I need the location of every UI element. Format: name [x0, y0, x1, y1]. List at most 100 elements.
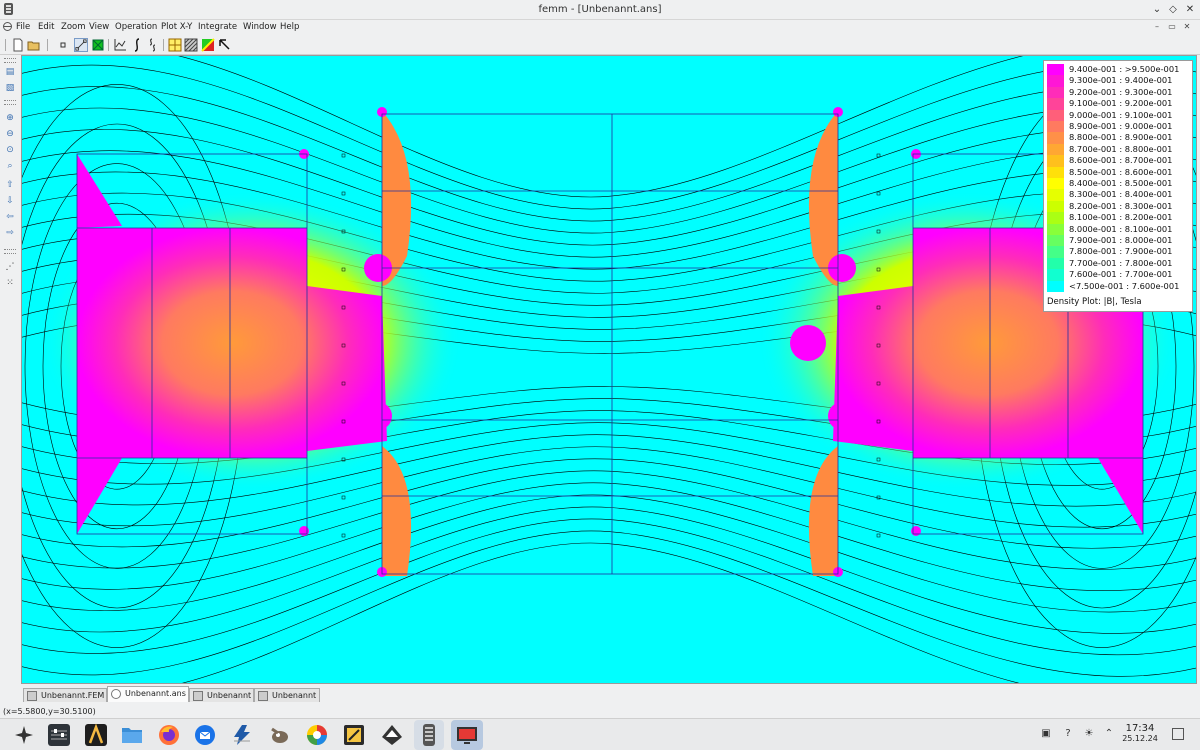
launcher-icon[interactable]: [12, 723, 36, 747]
zoom-window-icon[interactable]: ⌕: [3, 160, 17, 173]
zoom-natural-icon[interactable]: ⊙: [3, 144, 17, 157]
legend-label: 9.200e-001 : 9.300e-001: [1069, 86, 1173, 97]
menu-edit[interactable]: Edit: [38, 22, 54, 32]
clipboard-icon[interactable]: ▣: [1040, 728, 1052, 740]
show-mesh-icon[interactable]: ⁙: [3, 277, 17, 290]
legend-caption: Density Plot: |B|, Tesla: [1047, 297, 1142, 307]
legend-label: 8.700e-001 : 8.800e-001: [1069, 143, 1173, 154]
show-points-icon[interactable]: ⋰: [3, 261, 17, 274]
right-gap-hotspot: [790, 325, 826, 361]
zoom-in-icon[interactable]: ⊕: [3, 112, 17, 125]
field-line: [22, 518, 1196, 656]
vector-plot-icon[interactable]: [201, 38, 215, 52]
minimize-button[interactable]: ⌄: [1150, 3, 1164, 16]
help-icon[interactable]: ?: [1062, 728, 1074, 740]
legend-label: 8.800e-001 : 8.900e-001: [1069, 132, 1173, 143]
mdi-close-button[interactable]: ✕: [1181, 21, 1193, 32]
zoom-out-icon[interactable]: ⊖: [3, 128, 17, 141]
document-icon: [3, 22, 12, 31]
menu-plot-xy[interactable]: Plot X-Y: [161, 22, 192, 32]
gimp-icon[interactable]: [268, 723, 292, 747]
legend-swatch: [1047, 132, 1064, 144]
contour-mode-icon[interactable]: [74, 38, 88, 52]
hotspot: [299, 526, 309, 536]
app-icon[interactable]: [84, 723, 108, 747]
pan-up-icon[interactable]: ⇧: [3, 179, 17, 192]
node-point: [341, 191, 346, 196]
lower-arm: [808, 446, 838, 576]
density-plot-icon[interactable]: [184, 38, 198, 52]
legend-swatch: [1047, 223, 1064, 235]
legend-label: 8.300e-001 : 8.400e-001: [1069, 189, 1173, 200]
close-button[interactable]: ✕: [1183, 3, 1197, 16]
tab-unbenannt-fem[interactable]: Unbenannt.FEM: [23, 688, 107, 702]
femm-icon[interactable]: [417, 723, 441, 747]
line-integral-icon[interactable]: [130, 38, 144, 52]
node-point: [341, 495, 346, 500]
legend-label: 7.700e-001 : 7.800e-001: [1069, 257, 1173, 268]
legend-swatch: [1047, 235, 1064, 247]
color-wheel-icon[interactable]: [305, 723, 329, 747]
mdi-restore-button[interactable]: ▭: [1166, 21, 1178, 32]
legend-swatch: [1047, 86, 1064, 99]
inkscape-icon[interactable]: [230, 723, 254, 747]
area-mode-icon[interactable]: [91, 38, 105, 52]
files-icon[interactable]: [120, 723, 144, 747]
show-desktop-icon[interactable]: [1172, 728, 1184, 740]
inkscape-alt-icon[interactable]: [380, 723, 404, 747]
window-title: femm - [Unbenannt.ans]: [538, 4, 662, 15]
tab-unbenannt-ans[interactable]: Unbenannt.ans: [107, 686, 189, 702]
field-line: [22, 494, 1196, 613]
screen-icon[interactable]: [455, 723, 479, 747]
legend-label: 9.100e-001 : 9.200e-001: [1069, 98, 1173, 109]
hotspot: [828, 402, 856, 430]
menu-operation[interactable]: Operation: [115, 22, 157, 32]
legend-swatch: [1047, 166, 1064, 178]
clock[interactable]: 17:34 25.12.24: [1115, 723, 1165, 743]
menu-zoom[interactable]: Zoom: [61, 22, 86, 32]
show-results-icon[interactable]: ▤: [3, 66, 17, 79]
pan-down-icon[interactable]: ⇩: [3, 195, 17, 208]
legend-label: 8.900e-001 : 9.000e-001: [1069, 121, 1173, 131]
node-point: [876, 191, 881, 196]
legend-label: 7.600e-001 : 7.700e-001: [1069, 269, 1173, 280]
pole-tip-bottom: [77, 456, 122, 534]
menu-integrate[interactable]: Integrate: [198, 22, 237, 32]
drawing-canvas[interactable]: [21, 55, 1197, 684]
hotspot: [364, 402, 392, 430]
new-file-icon[interactable]: [11, 38, 25, 52]
node-point: [341, 533, 346, 538]
menu-view[interactable]: View: [89, 22, 109, 32]
block-integral-icon[interactable]: [146, 38, 160, 52]
maximize-button[interactable]: ◇: [1166, 3, 1180, 16]
mixer-icon[interactable]: [47, 723, 71, 747]
legend-label: 8.200e-001 : 8.300e-001: [1069, 200, 1173, 211]
pointer-icon[interactable]: [218, 38, 232, 52]
legend-swatch: [1047, 121, 1064, 133]
show-values-icon[interactable]: ▧: [3, 82, 17, 95]
firefox-icon[interactable]: [157, 723, 181, 747]
open-folder-icon[interactable]: [27, 38, 41, 52]
tab-unbenannt-plot-1[interactable]: Unbenannt: [189, 688, 254, 702]
legend-label: 8.100e-001 : 8.200e-001: [1069, 212, 1173, 223]
pole-tip-bottom: [1098, 456, 1143, 534]
brightness-icon[interactable]: ☀: [1083, 728, 1095, 740]
mdi-minimize-button[interactable]: –: [1151, 21, 1163, 32]
plot-xy-icon[interactable]: [113, 38, 127, 52]
legend-label: 9.400e-001 : >9.500e-001: [1069, 64, 1180, 74]
tray-expand-icon[interactable]: ⌃: [1103, 728, 1115, 740]
pan-left-icon[interactable]: ⇦: [3, 211, 17, 224]
thunderbird-icon[interactable]: [193, 723, 217, 747]
menu-help[interactable]: Help: [280, 22, 299, 32]
field-line: [177, 56, 1024, 198]
point-mode-icon[interactable]: [56, 38, 70, 52]
tab-unbenannt-plot-2[interactable]: Unbenannt: [254, 688, 320, 702]
pole-tip-top: [77, 154, 122, 228]
menu-file[interactable]: File: [16, 22, 30, 32]
editor-icon[interactable]: [342, 723, 366, 747]
pan-right-icon[interactable]: ⇨: [3, 227, 17, 240]
legend-swatch: [1047, 200, 1064, 213]
left-toolbar: ▤ ▧ ⊕ ⊖ ⊙ ⌕ ⇧ ⇩ ⇦ ⇨ ⋰ ⁙: [0, 55, 20, 685]
mesh-toggle-icon[interactable]: [168, 38, 182, 52]
menu-window[interactable]: Window: [243, 22, 277, 32]
